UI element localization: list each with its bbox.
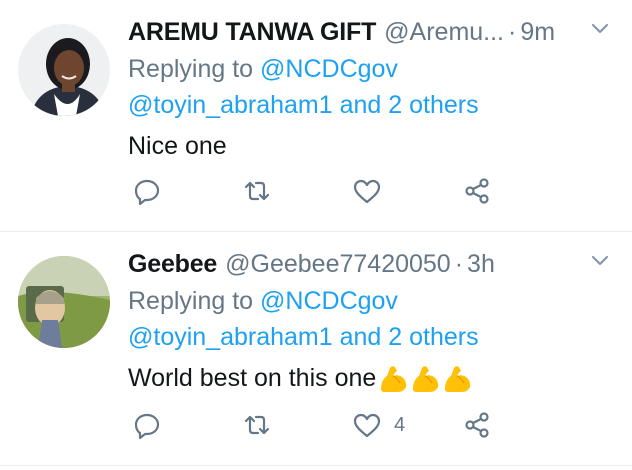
tweet[interactable]: AREMU TANWA GIFT @Aremu... · 9m Replying… (0, 0, 632, 232)
avatar[interactable] (18, 256, 110, 348)
chevron-down-icon[interactable] (588, 16, 612, 40)
heart-icon (353, 179, 381, 204)
flexed-biceps-icon (413, 366, 439, 393)
replying-to: Replying to @NCDCgov (128, 283, 612, 319)
user-handle[interactable]: @Geebee77420050 (225, 250, 451, 279)
flexed-biceps-icon (445, 366, 471, 393)
retweet-icon (244, 181, 270, 201)
user-handle[interactable]: @Aremu... (384, 18, 504, 47)
heart-icon (353, 413, 381, 438)
avatar[interactable] (18, 24, 110, 116)
separator-dot: · (508, 17, 517, 46)
separator-dot: · (454, 249, 464, 278)
share-icon (465, 412, 489, 438)
replying-prefix: Replying to (128, 55, 261, 83)
tweet[interactable]: Geebee @Geebee77420050 · 3h Replying to … (0, 232, 632, 466)
emoji-group (378, 363, 474, 395)
avatar-image (18, 24, 110, 116)
reply-button[interactable] (132, 410, 242, 440)
user-name[interactable]: Geebee (128, 250, 217, 279)
like-button[interactable]: 4 (352, 410, 462, 440)
replying-to: Replying to @NCDCgov (128, 51, 612, 87)
like-count: 4 (394, 413, 406, 436)
tweet-text-line: World best on this one (128, 359, 612, 397)
share-icon (465, 178, 489, 204)
chevron-down-icon[interactable] (588, 248, 612, 272)
timestamp[interactable]: 3h (467, 250, 495, 279)
avatar-image (18, 256, 110, 348)
share-button[interactable] (462, 410, 572, 440)
retweet-button[interactable] (242, 410, 352, 440)
reply-icon (134, 179, 160, 206)
replying-prefix: Replying to (128, 287, 261, 315)
like-button[interactable] (352, 176, 462, 206)
reply-icon (134, 413, 160, 440)
other-mentions-link[interactable]: @toyin_abraham1 and 2 others (128, 319, 612, 355)
other-mentions-link[interactable]: @toyin_abraham1 and 2 others (128, 87, 612, 123)
share-button[interactable] (462, 176, 572, 206)
flexed-biceps-icon (381, 366, 407, 393)
mention-link[interactable]: @NCDCgov (260, 287, 398, 315)
retweet-button[interactable] (242, 176, 352, 206)
mention-link[interactable]: @NCDCgov (260, 55, 398, 83)
tweet-text: World best on this one (128, 364, 377, 392)
timestamp[interactable]: 9m (520, 18, 555, 47)
retweet-icon (244, 415, 270, 435)
user-name[interactable]: AREMU TANWA GIFT (128, 18, 376, 47)
reply-button[interactable] (132, 176, 242, 206)
tweet-text: Nice one (128, 132, 227, 160)
